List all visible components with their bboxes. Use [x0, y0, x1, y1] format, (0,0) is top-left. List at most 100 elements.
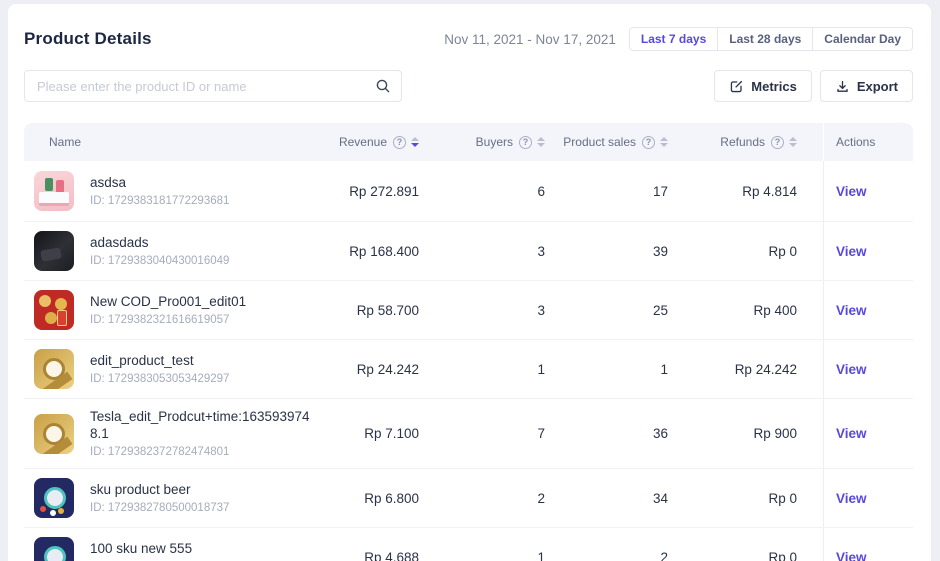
actions-cell: View: [823, 469, 913, 527]
buyers-value: 7: [419, 426, 545, 441]
period-button[interactable]: Last 28 days: [717, 27, 813, 51]
period-selector: Last 7 daysLast 28 daysCalendar Day: [629, 27, 913, 51]
product-cell: 100 sku new 555 ID: 1729382594960018738: [24, 528, 320, 561]
refunds-value: Rp 0: [668, 491, 823, 506]
product-name: adasdads: [90, 234, 229, 251]
view-link[interactable]: View: [836, 426, 867, 441]
product-sales-value: 36: [545, 426, 668, 441]
view-link[interactable]: View: [836, 550, 867, 561]
table-row: asdsa ID: 1729383181772293681 Rp 272.891…: [24, 161, 913, 222]
revenue-value: Rp 58.700: [320, 303, 419, 318]
actions-cell: View: [823, 281, 913, 339]
table-header: Name Revenue ? Buyers ? Product sales ?: [24, 123, 913, 161]
product-name: Tesla_edit_Prodcut+time:1635939748.1: [90, 408, 310, 442]
buyers-value: 2: [419, 491, 545, 506]
view-link[interactable]: View: [836, 244, 867, 259]
product-cell: sku product beer ID: 1729382780500018737: [24, 469, 320, 527]
column-header-refunds[interactable]: Refunds ?: [668, 135, 823, 149]
sort-icon[interactable]: [537, 137, 545, 147]
product-name: asdsa: [90, 174, 229, 191]
sort-icon[interactable]: [789, 137, 797, 147]
refunds-value: Rp 400: [668, 303, 823, 318]
revenue-value: Rp 24.242: [320, 362, 419, 377]
edit-square-icon: [729, 79, 744, 94]
refunds-value: Rp 24.242: [668, 362, 823, 377]
column-header-name: Name: [24, 135, 320, 149]
metrics-button[interactable]: Metrics: [714, 70, 812, 102]
search-box: [24, 70, 402, 102]
product-sales-value: 39: [545, 244, 668, 259]
product-details-card: Product Details Nov 11, 2021 - Nov 17, 2…: [8, 4, 931, 561]
sort-icon[interactable]: [660, 137, 668, 147]
table-row: edit_product_test ID: 172938305305342929…: [24, 340, 913, 399]
view-link[interactable]: View: [836, 491, 867, 506]
info-icon[interactable]: ?: [393, 136, 406, 149]
refunds-value: Rp 4.814: [668, 184, 823, 199]
product-image: [34, 349, 74, 389]
refunds-value: Rp 0: [668, 244, 823, 259]
product-id: ID: 1729382372782474801: [90, 445, 310, 459]
revenue-value: Rp 168.400: [320, 244, 419, 259]
column-header-buyers[interactable]: Buyers ?: [419, 135, 545, 149]
product-image: [34, 171, 74, 211]
product-image: [34, 290, 74, 330]
download-icon: [835, 79, 850, 94]
product-cell: Tesla_edit_Prodcut+time:1635939748.1 ID:…: [24, 399, 320, 468]
view-link[interactable]: View: [836, 184, 867, 199]
column-header-actions: Actions: [823, 123, 913, 161]
product-name: edit_product_test: [90, 352, 229, 369]
view-link[interactable]: View: [836, 303, 867, 318]
revenue-value: Rp 7.100: [320, 426, 419, 441]
column-header-product-sales[interactable]: Product sales ?: [545, 135, 668, 149]
actions-cell: View: [823, 528, 913, 561]
info-icon[interactable]: ?: [519, 136, 532, 149]
refunds-value: Rp 0: [668, 550, 823, 561]
product-cell: edit_product_test ID: 172938305305342929…: [24, 340, 320, 398]
product-sales-value: 17: [545, 184, 668, 199]
revenue-value: Rp 6.800: [320, 491, 419, 506]
period-button[interactable]: Last 7 days: [629, 27, 718, 51]
date-range: Nov 11, 2021 - Nov 17, 2021: [444, 32, 616, 47]
product-id: ID: 1729382780500018737: [90, 501, 229, 515]
view-link[interactable]: View: [836, 362, 867, 377]
product-image: [34, 231, 74, 271]
actions-cell: View: [823, 399, 913, 468]
product-sales-value: 25: [545, 303, 668, 318]
table-row: New COD_Pro001_edit01 ID: 17293823216166…: [24, 281, 913, 340]
metrics-button-label: Metrics: [751, 79, 797, 94]
product-name: New COD_Pro001_edit01: [90, 293, 246, 310]
buyers-value: 3: [419, 244, 545, 259]
product-sales-value: 1: [545, 362, 668, 377]
product-id: ID: 1729383053053429297: [90, 372, 229, 386]
sort-icon[interactable]: [411, 137, 419, 147]
period-button[interactable]: Calendar Day: [812, 27, 913, 51]
column-header-revenue[interactable]: Revenue ?: [320, 135, 419, 149]
export-button-label: Export: [857, 79, 898, 94]
actions-cell: View: [823, 340, 913, 398]
actions-cell: View: [823, 222, 913, 280]
revenue-value: Rp 4.688: [320, 550, 419, 561]
table-row: Tesla_edit_Prodcut+time:1635939748.1 ID:…: [24, 399, 913, 469]
buyers-value: 1: [419, 362, 545, 377]
buyers-value: 6: [419, 184, 545, 199]
refunds-value: Rp 900: [668, 426, 823, 441]
product-cell: adasdads ID: 1729383040430016049: [24, 222, 320, 280]
search-input[interactable]: [24, 70, 402, 102]
info-icon[interactable]: ?: [642, 136, 655, 149]
product-name: 100 sku new 555: [90, 540, 229, 557]
product-image: [34, 537, 74, 561]
info-icon[interactable]: ?: [771, 136, 784, 149]
product-cell: asdsa ID: 1729383181772293681: [24, 162, 320, 220]
product-name: sku product beer: [90, 481, 229, 498]
product-cell: New COD_Pro001_edit01 ID: 17293823216166…: [24, 281, 320, 339]
revenue-value: Rp 272.891: [320, 184, 419, 199]
product-table: Name Revenue ? Buyers ? Product sales ?: [24, 123, 913, 561]
export-button[interactable]: Export: [820, 70, 913, 102]
product-id: ID: 1729382321616619057: [90, 313, 246, 327]
actions-cell: View: [823, 161, 913, 221]
table-row: sku product beer ID: 1729382780500018737…: [24, 469, 913, 528]
product-image: [34, 414, 74, 454]
product-image: [34, 478, 74, 518]
search-icon[interactable]: [375, 78, 391, 94]
table-row: 100 sku new 555 ID: 1729382594960018738 …: [24, 528, 913, 561]
